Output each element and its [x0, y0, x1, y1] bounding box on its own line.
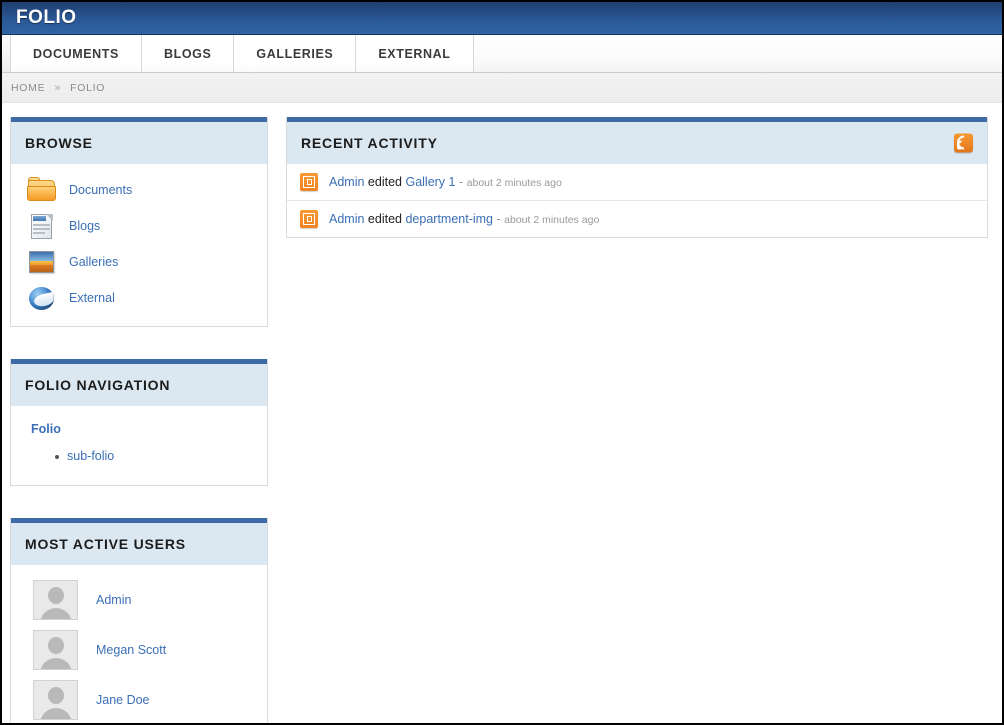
list-item: sub-folio — [55, 449, 267, 463]
document-icon — [27, 212, 57, 240]
tab-documents[interactable]: DOCUMENTS — [10, 35, 142, 72]
tabbar-filler — [472, 35, 1002, 72]
recent-activity-panel: RECENT ACTIVITY Admin edited Gallery 1 - — [286, 117, 988, 238]
application-window: FOLIO DOCUMENTS BLOGS GALLERIES EXTERNAL… — [0, 0, 1004, 725]
browse-item-label: Galleries — [69, 255, 119, 269]
user-name-label[interactable]: Megan Scott — [96, 643, 166, 657]
list-item[interactable]: Megan Scott — [11, 625, 267, 675]
browse-list: Documents Blogs Galleries External — [11, 164, 267, 326]
user-name-label[interactable]: Jane Doe — [96, 693, 150, 707]
globe-icon — [27, 284, 57, 312]
user-name-label[interactable]: Admin — [96, 593, 131, 607]
page-title: FOLIO — [16, 7, 77, 28]
folio-navigation-title: FOLIO NAVIGATION — [11, 364, 267, 406]
breadcrumb: HOME » FOLIO — [2, 73, 1002, 103]
activity-target-link[interactable]: Gallery 1 — [405, 175, 455, 189]
recent-activity-header: RECENT ACTIVITY — [287, 122, 987, 164]
browse-item-galleries[interactable]: Galleries — [11, 244, 267, 280]
browse-item-blogs[interactable]: Blogs — [11, 208, 267, 244]
folio-navigation-panel: FOLIO NAVIGATION Folio sub-folio — [10, 359, 268, 486]
activity-dash: - — [458, 175, 464, 189]
recent-activity-title: RECENT ACTIVITY — [301, 135, 438, 151]
browse-item-label: Documents — [69, 183, 133, 197]
table-row: Admin edited Gallery 1 - about 2 minutes… — [287, 164, 987, 201]
list-item[interactable]: Admin — [11, 575, 267, 625]
browse-item-label: Blogs — [69, 219, 101, 233]
rss-icon[interactable] — [954, 132, 974, 153]
activity-actor-link[interactable]: Admin — [329, 175, 364, 189]
browse-panel-title: BROWSE — [11, 122, 267, 164]
browse-item-documents[interactable]: Documents — [11, 172, 267, 208]
page-body: BROWSE Documents Blogs Galleries Externa… — [2, 103, 1002, 723]
breadcrumb-separator-icon: » — [54, 81, 62, 94]
site-header: FOLIO — [2, 2, 1002, 35]
nav-node-folio[interactable]: Folio — [11, 422, 267, 436]
tab-external[interactable]: EXTERNAL — [355, 35, 474, 72]
list-item[interactable]: Jane Doe — [11, 675, 267, 723]
nav-node-sub-folio[interactable]: sub-folio — [67, 449, 114, 463]
activity-icon — [300, 210, 318, 228]
activity-actor-link[interactable]: Admin — [329, 212, 364, 226]
tab-blogs[interactable]: BLOGS — [140, 35, 235, 72]
activity-text: Admin edited Gallery 1 - about 2 minutes… — [329, 175, 562, 189]
breadcrumb-home[interactable]: HOME — [11, 82, 45, 94]
activity-verb: edited — [367, 175, 402, 189]
activity-timestamp: about 2 minutes ago — [466, 177, 562, 189]
main-content: RECENT ACTIVITY Admin edited Gallery 1 - — [286, 117, 988, 270]
activity-text: Admin edited department-img - about 2 mi… — [329, 212, 599, 226]
most-active-users-panel: MOST ACTIVE USERS Admin Megan Scott Jane… — [10, 518, 268, 723]
folio-navigation-tree: Folio sub-folio — [11, 406, 267, 485]
main-tabbar: DOCUMENTS BLOGS GALLERIES EXTERNAL — [2, 35, 1002, 73]
activity-dash: - — [496, 212, 501, 226]
nav-children: sub-folio — [11, 449, 267, 463]
browse-item-external[interactable]: External — [11, 280, 267, 316]
browse-panel: BROWSE Documents Blogs Galleries Externa… — [10, 117, 268, 327]
image-icon — [27, 248, 57, 276]
activity-target-link[interactable]: department-img — [405, 212, 493, 226]
recent-activity-list: Admin edited Gallery 1 - about 2 minutes… — [287, 164, 987, 237]
avatar — [33, 580, 78, 620]
activity-icon — [300, 173, 318, 191]
activity-timestamp: about 2 minutes ago — [504, 214, 600, 226]
folder-icon — [27, 176, 57, 204]
browse-item-label: External — [69, 291, 115, 305]
avatar — [33, 630, 78, 670]
table-row: Admin edited department-img - about 2 mi… — [287, 201, 987, 237]
activity-verb: edited — [367, 212, 402, 226]
breadcrumb-current: FOLIO — [70, 81, 106, 94]
most-active-users-title: MOST ACTIVE USERS — [11, 523, 267, 565]
sidebar: BROWSE Documents Blogs Galleries Externa… — [10, 117, 268, 723]
avatar — [33, 680, 78, 720]
tab-galleries[interactable]: GALLERIES — [233, 35, 357, 72]
user-list: Admin Megan Scott Jane Doe — [11, 565, 267, 723]
